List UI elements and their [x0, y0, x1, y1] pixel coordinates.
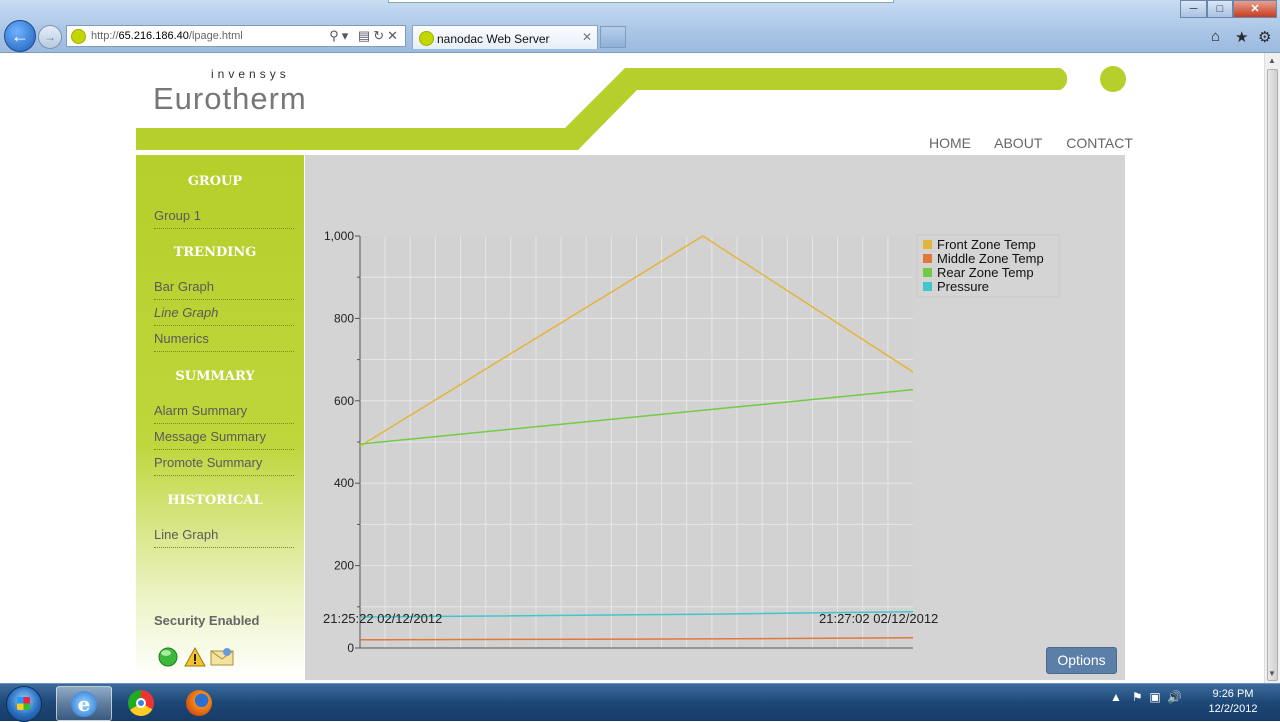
sidebar-item-numerics[interactable]: Numerics: [154, 331, 294, 352]
favorites-star-icon[interactable]: ★: [1235, 28, 1248, 46]
tray-expand-icon[interactable]: ▲: [1110, 690, 1122, 704]
sidebar-item-bar-graph[interactable]: Bar Graph: [154, 279, 294, 300]
refresh-icon[interactable]: ↻: [373, 28, 387, 43]
status-ok-icon[interactable]: [158, 647, 178, 667]
chart-grid: [360, 236, 913, 648]
y-tick-label: 400: [334, 476, 354, 490]
tab-title: nanodac Web Server: [437, 32, 550, 46]
browser-chrome: ← → http://65.216.186.40/lpage.html ⚲▾ ▤…: [0, 0, 1280, 53]
maximize-button[interactable]: □: [1207, 0, 1233, 18]
web-page: invensys Eurotherm HOME ABOUT CONTACT GR…: [0, 53, 1264, 683]
compat-view-icon[interactable]: ▤: [358, 28, 373, 43]
sidebar: GROUP Group 1 TRENDING Bar Graph Line Gr…: [136, 155, 304, 680]
sidebar-item-historical-line-graph[interactable]: Line Graph: [154, 527, 294, 548]
address-tools[interactable]: ⚲▾ ▤↻✕: [329, 28, 401, 44]
system-tray[interactable]: ▲ ⚑ ▣ 🔊: [1110, 690, 1182, 704]
windows-taskbar: e ▲ ⚑ ▣ 🔊 9:26 PM 12/2/2012: [0, 683, 1280, 722]
sidebar-heading-trending: TRENDING: [173, 245, 257, 260]
brand-logo[interactable]: Eurotherm: [153, 81, 307, 117]
x-end-label: 21:27:02 02/12/2012: [819, 611, 938, 626]
sidebar-heading-group: GROUP: [187, 174, 243, 189]
nav-contact-link[interactable]: CONTACT: [1066, 135, 1133, 151]
action-center-icon[interactable]: ⚑: [1132, 690, 1143, 704]
volume-icon[interactable]: 🔊: [1167, 690, 1182, 704]
legend-swatch: [923, 282, 932, 291]
taskbar-clock[interactable]: 9:26 PM 12/2/2012: [1198, 687, 1268, 717]
sidebar-item-alarm-summary[interactable]: Alarm Summary: [154, 403, 294, 424]
close-window-button[interactable]: ✕: [1233, 0, 1277, 18]
ie-icon: e: [71, 691, 97, 717]
nav-home-link[interactable]: HOME: [929, 135, 971, 151]
chrome-icon: [128, 690, 154, 716]
sidebar-item-group-1[interactable]: Group 1: [154, 208, 294, 229]
page-scrollbar[interactable]: ▲ ▼: [1264, 53, 1280, 683]
clock-time: 9:26 PM: [1212, 688, 1254, 700]
top-nav: HOME ABOUT CONTACT: [929, 135, 1153, 151]
back-button[interactable]: ←: [4, 20, 36, 52]
brand-subtitle: invensys: [211, 67, 290, 81]
legend-swatch: [923, 240, 932, 249]
sidebar-heading-historical: HISTORICAL: [167, 493, 263, 508]
y-tick-label: 1,000: [324, 229, 354, 243]
tab-nanodac[interactable]: nanodac Web Server ✕: [412, 25, 598, 49]
tab-close-icon[interactable]: ✕: [582, 30, 592, 44]
line-chart[interactable]: 0 200 400 600 800 1,000 Front Zone TempMiddle…: [305, 155, 1125, 680]
taskbar-firefox-button[interactable]: [172, 686, 226, 719]
site-favicon-icon: [71, 29, 86, 44]
clock-date: 12/2/2012: [1208, 703, 1258, 715]
minimize-button[interactable]: ─: [1180, 0, 1207, 18]
search-icon[interactable]: ⚲: [329, 28, 342, 43]
tools-gear-icon[interactable]: ⚙: [1258, 28, 1271, 46]
legend-label: Pressure: [937, 279, 989, 294]
sidebar-item-message-summary[interactable]: Message Summary: [154, 429, 294, 450]
firefox-icon: [186, 690, 212, 716]
sidebar-heading-summary: SUMMARY: [175, 369, 255, 384]
legend-label: Middle Zone Temp: [937, 251, 1044, 266]
taskbar-ie-button[interactable]: e: [56, 686, 112, 721]
tab-favicon-icon: [419, 31, 434, 46]
y-tick-label: 600: [334, 394, 354, 408]
options-button[interactable]: Options: [1046, 647, 1117, 674]
address-url: http://65.216.186.40/lpage.html: [91, 30, 243, 42]
start-button[interactable]: [6, 686, 42, 722]
x-start-label: 21:25:22 02/12/2012: [323, 611, 442, 626]
header-dot: [1100, 66, 1126, 92]
chart-legend: Front Zone TempMiddle Zone TempRear Zone…: [916, 234, 1060, 298]
legend-label: Rear Zone Temp: [937, 265, 1034, 280]
scroll-down-icon[interactable]: ▼: [1268, 669, 1276, 678]
legend-swatch: [923, 254, 932, 263]
sidebar-item-line-graph[interactable]: Line Graph: [154, 305, 294, 326]
address-bar[interactable]: http://65.216.186.40/lpage.html ⚲▾ ▤↻✕: [66, 25, 406, 47]
legend-label: Front Zone Temp: [937, 237, 1036, 252]
legend-swatch: [923, 268, 932, 277]
scroll-thumb[interactable]: [1267, 69, 1278, 681]
chart-panel: 0 200 400 600 800 1,000 Front Zone Temp Middle…: [305, 155, 1125, 680]
stop-icon[interactable]: ✕: [387, 28, 401, 43]
forward-button[interactable]: →: [38, 25, 62, 49]
y-tick-label: 800: [334, 311, 354, 325]
new-tab-button[interactable]: [600, 26, 626, 48]
alarm-warning-icon[interactable]: [184, 646, 206, 667]
security-label: Security Enabled: [154, 613, 260, 628]
y-tick-label: 200: [334, 559, 354, 573]
scroll-up-icon[interactable]: ▲: [1268, 56, 1276, 65]
home-icon[interactable]: ⌂: [1211, 28, 1220, 45]
message-envelope-icon[interactable]: [210, 647, 234, 667]
y-tick-label: 0: [347, 641, 354, 655]
sidebar-item-promote-summary[interactable]: Promote Summary: [154, 455, 294, 476]
window-title-strip: [388, 0, 894, 3]
taskbar-chrome-button[interactable]: [114, 686, 168, 719]
network-icon[interactable]: ▣: [1149, 690, 1160, 704]
nav-about-link[interactable]: ABOUT: [994, 135, 1042, 151]
